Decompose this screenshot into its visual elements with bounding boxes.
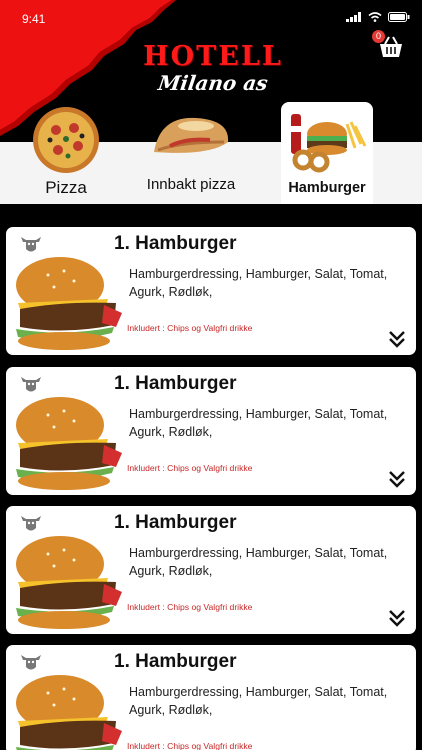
double-chevron-down-icon[interactable]	[388, 608, 406, 628]
brand-line1: HOTELL	[143, 41, 283, 72]
category-innbakt-label: Innbakt pizza	[146, 176, 236, 193]
item-title: 1. Hamburger	[114, 651, 237, 672]
cart-button[interactable]: 0	[372, 30, 404, 60]
menu-item-card[interactable]: 1. Hamburger Hamburgerdressing, Hamburge…	[6, 645, 416, 750]
cart-count-badge: 0	[372, 30, 385, 43]
item-included: Inkludert : Chips og Valgfri drikke	[127, 741, 253, 750]
item-included: Inkludert : Chips og Valgfri drikke	[127, 463, 253, 473]
signal-icon	[346, 12, 361, 22]
status-icons	[346, 12, 410, 22]
wifi-icon	[368, 12, 382, 22]
hamburger-image	[16, 397, 122, 490]
menu-item-card[interactable]: 1. Hamburger Hamburgerdressing, Hamburge…	[6, 227, 416, 355]
menu-item-card[interactable]: 1. Hamburger Hamburgerdressing, Hamburge…	[6, 506, 416, 634]
item-description: Hamburgerdressing, Hamburger, Salat, Tom…	[129, 267, 388, 299]
brand-logo: HOTELL Milano as	[143, 42, 283, 102]
item-included: Inkludert : Chips og Valgfri drikke	[127, 602, 253, 612]
item-title: 1. Hamburger	[114, 512, 237, 533]
double-chevron-down-icon[interactable]	[388, 469, 406, 489]
hamburger-menu-image	[291, 114, 367, 173]
hamburger-image	[16, 536, 122, 629]
pizza-image	[33, 107, 99, 173]
cow-icon	[21, 516, 41, 531]
calzone-image	[154, 117, 229, 153]
menu-item-card[interactable]: 1. Hamburger Hamburgerdressing, Hamburge…	[6, 367, 416, 495]
item-title: 1. Hamburger	[114, 233, 237, 254]
item-description: Hamburgerdressing, Hamburger, Salat, Tom…	[129, 546, 388, 578]
battery-icon	[388, 12, 410, 22]
double-chevron-down-icon[interactable]	[388, 329, 406, 349]
cow-icon	[21, 237, 41, 252]
hamburger-image	[16, 675, 122, 750]
category-pizza[interactable]: Pizza	[28, 106, 104, 198]
status-time: 9:41	[22, 12, 46, 26]
item-included: Inkludert : Chips og Valgfri drikke	[127, 323, 253, 333]
item-description: Hamburgerdressing, Hamburger, Salat, Tom…	[129, 407, 388, 439]
category-hamburger-label: Hamburger	[288, 180, 366, 196]
item-title: 1. Hamburger	[114, 373, 237, 394]
category-pizza-label: Pizza	[45, 178, 87, 197]
cow-icon	[21, 377, 41, 392]
brand-line2: Milano as	[156, 71, 270, 95]
category-hamburger[interactable]: Hamburger	[281, 102, 373, 214]
category-innbakt-pizza[interactable]: Innbakt pizza	[136, 110, 246, 198]
hamburger-image	[16, 257, 122, 350]
item-description: Hamburgerdressing, Hamburger, Salat, Tom…	[129, 685, 388, 717]
cow-icon	[21, 655, 41, 670]
